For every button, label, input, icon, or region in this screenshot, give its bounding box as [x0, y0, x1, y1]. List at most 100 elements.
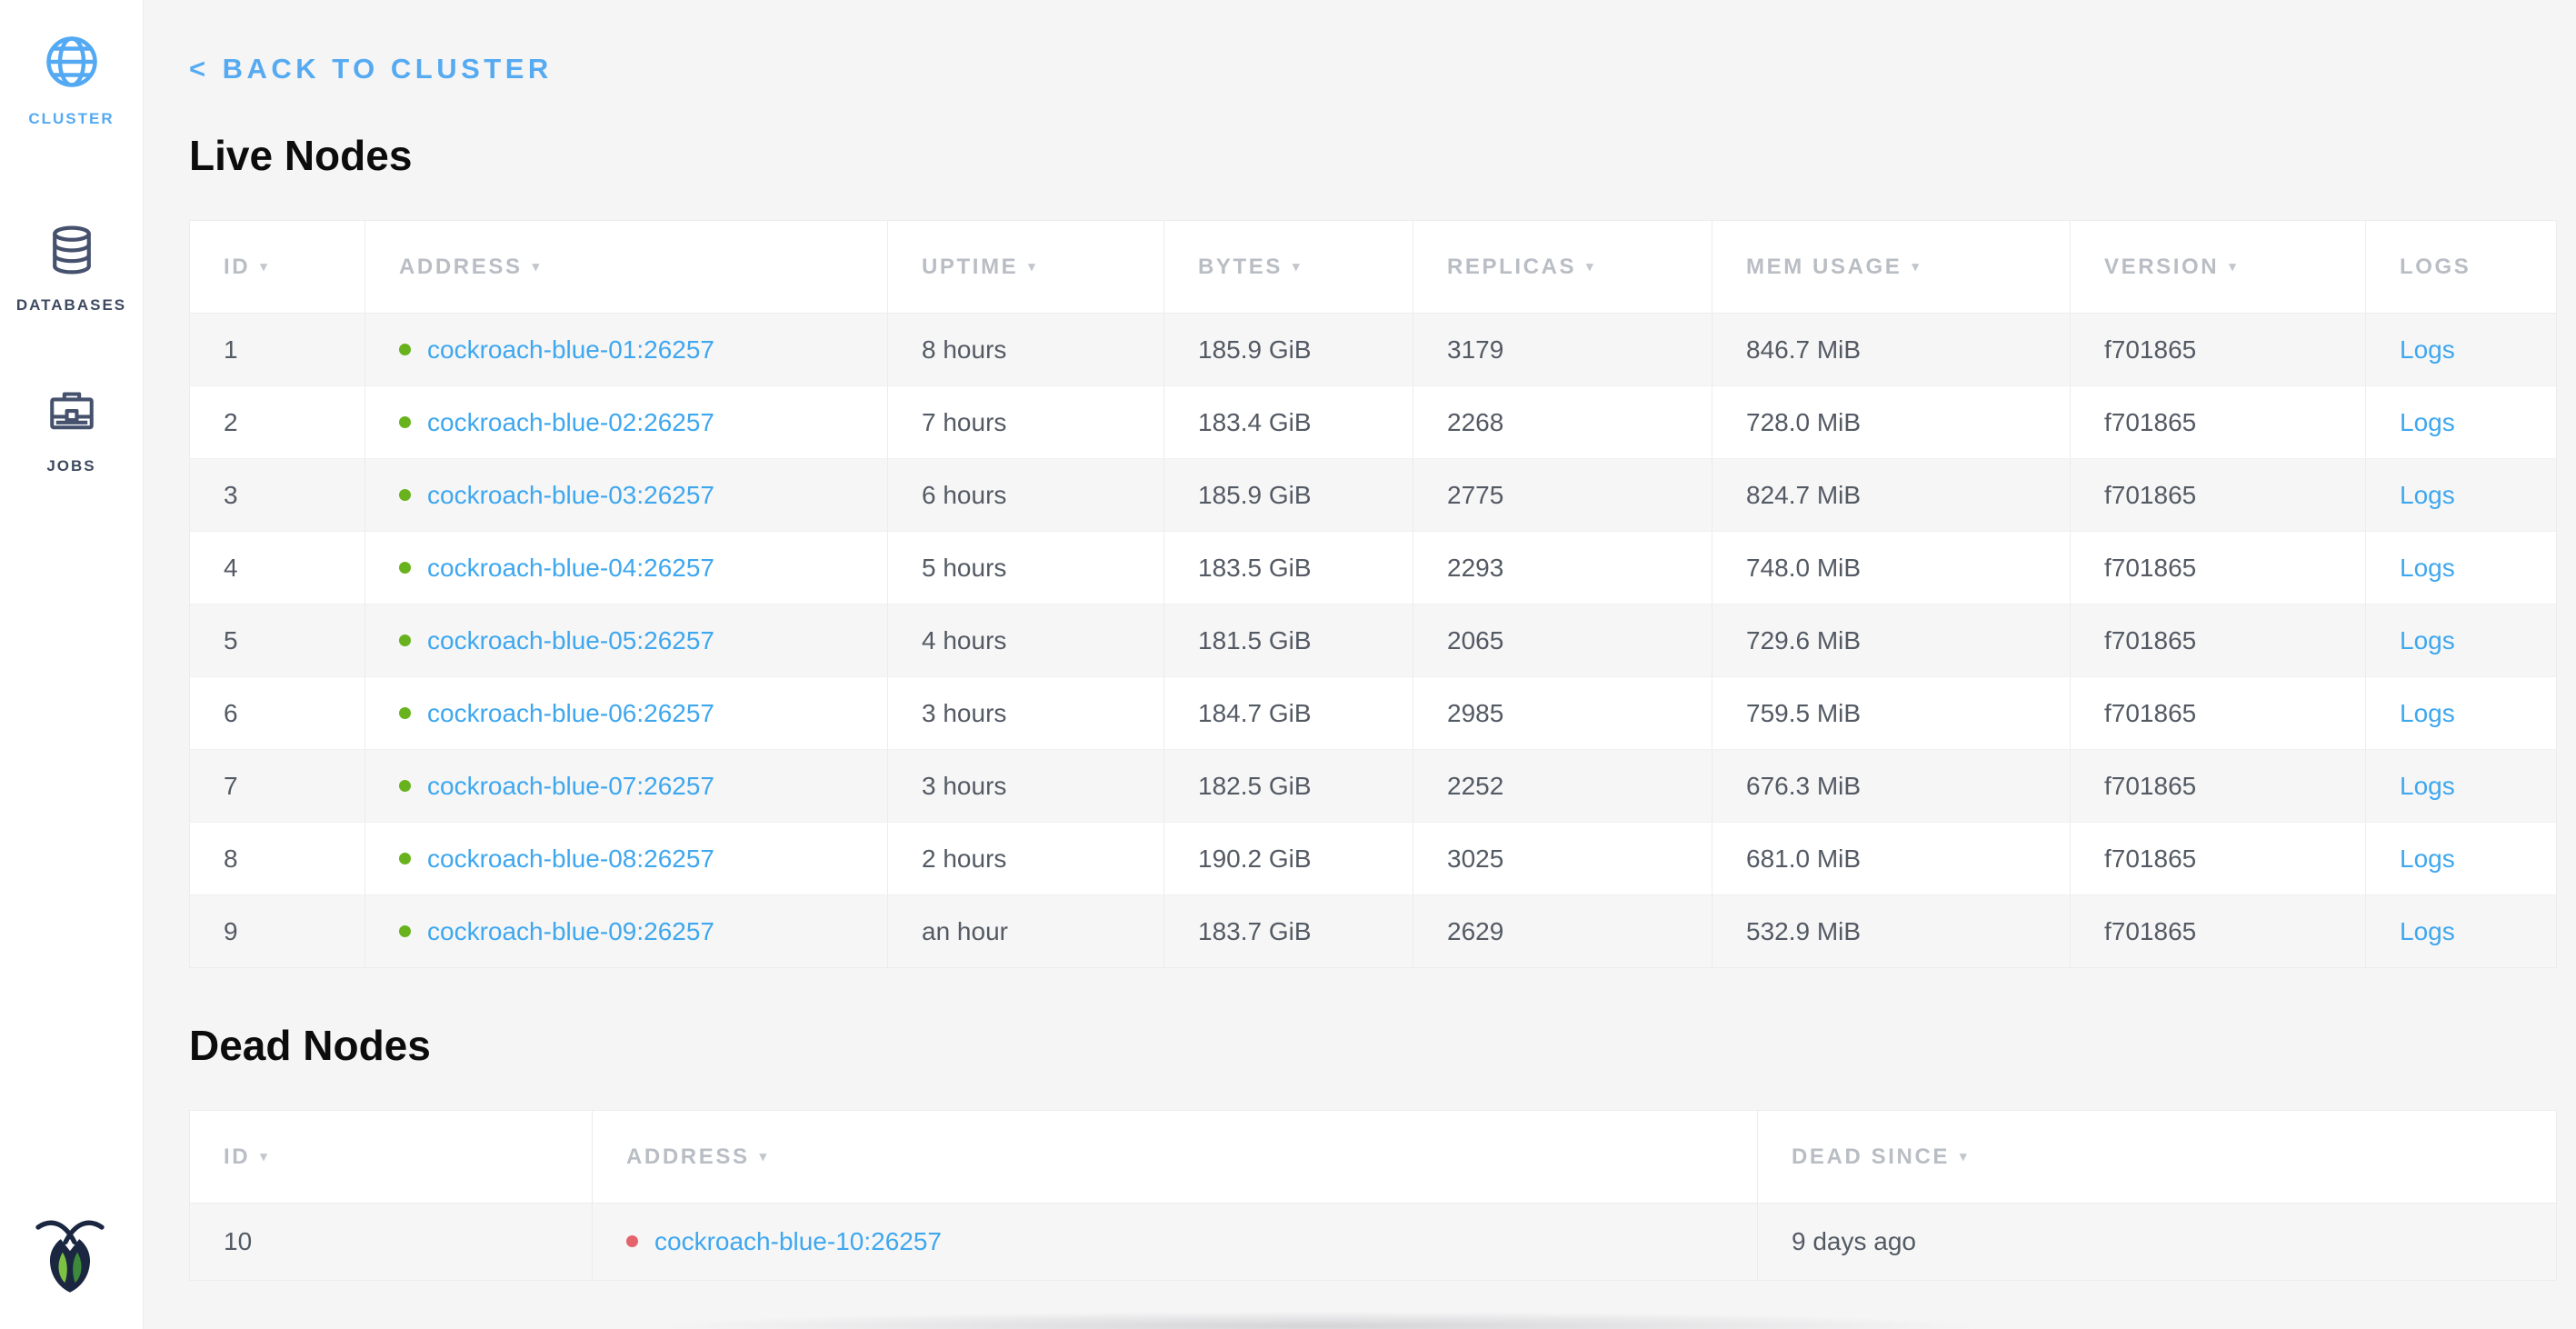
- cell-id: 7: [190, 750, 365, 823]
- cell-bytes: 183.5 GiB: [1164, 532, 1413, 605]
- logs-link[interactable]: Logs: [2400, 335, 2455, 364]
- node-status-dot-icon: [399, 489, 411, 501]
- sidebar-item-label: Databases: [16, 296, 126, 315]
- table-header-row: ID▾Address▾Uptime▾Bytes▾Replicas▾Mem Usa…: [190, 221, 2557, 314]
- cell-logs: Logs: [2366, 895, 2557, 968]
- cell-uptime: an hour: [888, 895, 1164, 968]
- sidebar-item-cluster[interactable]: Cluster: [0, 33, 143, 128]
- sort-arrow-icon: ▾: [760, 1149, 769, 1164]
- node-address-link[interactable]: cockroach-blue-06:26257: [427, 699, 714, 727]
- cell-logs: Logs: [2366, 532, 2557, 605]
- node-address-link[interactable]: cockroach-blue-09:26257: [427, 917, 714, 945]
- cell-mem_usage: 824.7 MiB: [1712, 459, 2071, 532]
- cell-address: cockroach-blue-09:26257: [365, 895, 888, 968]
- cell-address: cockroach-blue-04:26257: [365, 532, 888, 605]
- cell-bytes: 190.2 GiB: [1164, 823, 1413, 895]
- node-address-link[interactable]: cockroach-blue-05:26257: [427, 626, 714, 655]
- cell-id: 3: [190, 459, 365, 532]
- cell-uptime: 2 hours: [888, 823, 1164, 895]
- node-address-link[interactable]: cockroach-blue-01:26257: [427, 335, 714, 364]
- cell-address: cockroach-blue-08:26257: [365, 823, 888, 895]
- cell-uptime: 3 hours: [888, 750, 1164, 823]
- sidebar-item-label: Cluster: [28, 110, 114, 128]
- table-row: 1 cockroach-blue-01:26257 8 hours185.9 GiB…: [190, 314, 2557, 386]
- sort-arrow-icon: ▾: [2229, 259, 2238, 275]
- column-header-replicas[interactable]: Replicas▾: [1413, 221, 1712, 314]
- column-header-id[interactable]: ID▾: [190, 1111, 593, 1204]
- logs-link[interactable]: Logs: [2400, 699, 2455, 727]
- globe-icon: [43, 33, 101, 95]
- cell-address: cockroach-blue-05:26257: [365, 605, 888, 677]
- cell-replicas: 2252: [1413, 750, 1712, 823]
- cell-address: cockroach-blue-01:26257: [365, 314, 888, 386]
- cell-bytes: 184.7 GiB: [1164, 677, 1413, 750]
- cell-address: cockroach-blue-07:26257: [365, 750, 888, 823]
- cell-version: f701865: [2071, 532, 2366, 605]
- table-row: 5cockroach-blue-05:262574 hours181.5 GiB…: [190, 605, 2557, 677]
- database-icon: [45, 223, 99, 282]
- node-address-link[interactable]: cockroach-blue-08:26257: [427, 844, 714, 873]
- column-header-address[interactable]: Address▾: [365, 221, 888, 314]
- cell-mem_usage: 846.7 MiB: [1712, 314, 2071, 386]
- cell-mem_usage: 759.5 MiB: [1712, 677, 2071, 750]
- node-status-dot-icon: [399, 707, 411, 719]
- cell-replicas: 3179: [1413, 314, 1712, 386]
- column-header-bytes[interactable]: Bytes▾: [1164, 221, 1413, 314]
- cell-uptime: 6 hours: [888, 459, 1164, 532]
- cell-id: 6: [190, 677, 365, 750]
- dead-nodes-title: Dead Nodes: [189, 1021, 2556, 1070]
- table-row: 10cockroach-blue-10:262579 days ago: [190, 1204, 2557, 1281]
- cell-address: cockroach-blue-06:26257: [365, 677, 888, 750]
- table-row: 2cockroach-blue-02:262577 hours183.4 GiB…: [190, 386, 2557, 459]
- cell-bytes: 185.9 GiB: [1164, 314, 1413, 386]
- table-row: 3 cockroach-blue-03:26257 6 hours185.9 GiB…: [190, 459, 2557, 532]
- sort-arrow-icon: ▾: [260, 259, 269, 275]
- cell-id: 2: [190, 386, 365, 459]
- node-address-link[interactable]: cockroach-blue-02:26257: [427, 408, 714, 436]
- node-status-dot-icon: [399, 780, 411, 792]
- live-nodes-title: Live Nodes: [189, 131, 2556, 180]
- sidebar-item-databases[interactable]: Databases: [0, 223, 143, 315]
- logs-link[interactable]: Logs: [2400, 772, 2455, 800]
- sort-arrow-icon: ▾: [533, 259, 542, 275]
- column-header-address[interactable]: Address▾: [593, 1111, 1758, 1204]
- window-edge-shadow: [473, 1307, 2167, 1329]
- cell-uptime: 3 hours: [888, 677, 1164, 750]
- logs-link[interactable]: Logs: [2400, 917, 2455, 945]
- column-header-id[interactable]: ID▾: [190, 221, 365, 314]
- cell-logs: Logs: [2366, 459, 2557, 532]
- node-address-link[interactable]: cockroach-blue-04:26257: [427, 554, 714, 582]
- logs-link[interactable]: Logs: [2400, 626, 2455, 655]
- cell-id: 4: [190, 532, 365, 605]
- logs-link[interactable]: Logs: [2400, 481, 2455, 509]
- cell-bytes: 185.9 GiB: [1164, 459, 1413, 532]
- cell-replicas: 2775: [1413, 459, 1712, 532]
- sort-arrow-icon: ▾: [1586, 259, 1595, 275]
- logs-link[interactable]: Logs: [2400, 554, 2455, 582]
- sidebar-item-jobs[interactable]: Jobs: [0, 385, 143, 475]
- cell-id: 9: [190, 895, 365, 968]
- back-to-cluster-link[interactable]: <Back to Cluster: [189, 53, 553, 85]
- column-header-mem_usage[interactable]: Mem Usage▾: [1712, 221, 2071, 314]
- logs-link[interactable]: Logs: [2400, 408, 2455, 436]
- cell-mem_usage: 728.0 MiB: [1712, 386, 2071, 459]
- node-address-link[interactable]: cockroach-blue-07:26257: [427, 772, 714, 800]
- cell-bytes: 183.4 GiB: [1164, 386, 1413, 459]
- logs-link[interactable]: Logs: [2400, 844, 2455, 873]
- table-row: 6 cockroach-blue-06:26257 3 hours184.7 GiB…: [190, 677, 2557, 750]
- node-address-link[interactable]: cockroach-blue-10:26257: [654, 1227, 942, 1255]
- node-address-link[interactable]: cockroach-blue-03:26257: [427, 481, 714, 509]
- cell-bytes: 182.5 GiB: [1164, 750, 1413, 823]
- table-row: 4cockroach-blue-04:262575 hours183.5 GiB…: [190, 532, 2557, 605]
- column-header-version[interactable]: Version▾: [2071, 221, 2366, 314]
- column-header-dead_since[interactable]: Dead Since▾: [1758, 1111, 2557, 1204]
- column-header-uptime[interactable]: Uptime▾: [888, 221, 1164, 314]
- cell-uptime: 8 hours: [888, 314, 1164, 386]
- node-status-dot-icon: [399, 853, 411, 864]
- cell-id: 1: [190, 314, 365, 386]
- cell-dead_since: 9 days ago: [1758, 1204, 2557, 1281]
- sort-arrow-icon: ▾: [1028, 259, 1037, 275]
- table-row: 9cockroach-blue-09:26257an hour183.7 GiB…: [190, 895, 2557, 968]
- cell-mem_usage: 729.6 MiB: [1712, 605, 2071, 677]
- cell-version: f701865: [2071, 459, 2366, 532]
